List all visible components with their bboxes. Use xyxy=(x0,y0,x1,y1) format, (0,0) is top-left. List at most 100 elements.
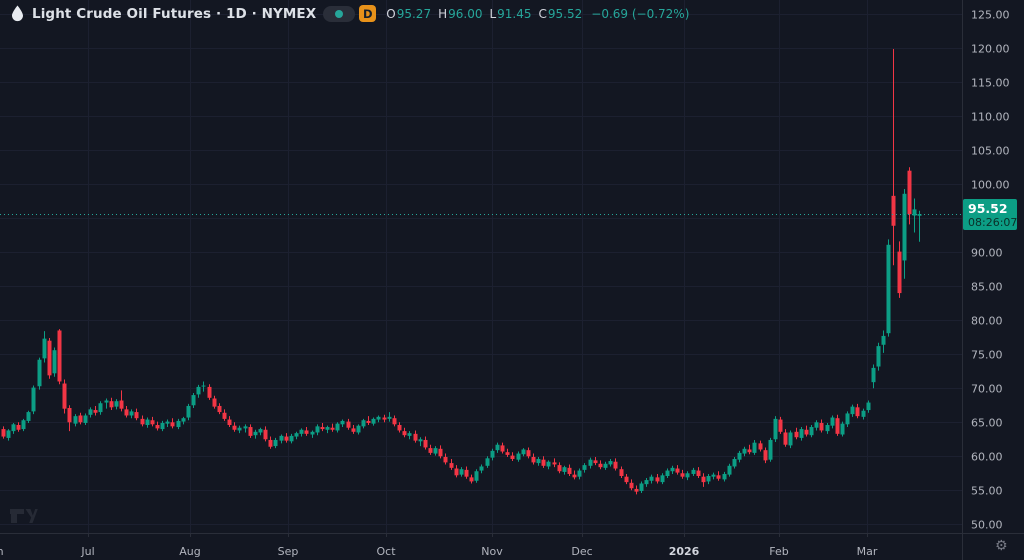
candle-body xyxy=(444,457,448,462)
price-tick-label: 115.00 xyxy=(971,77,1010,90)
candle-body xyxy=(177,421,181,427)
ohlc-readout: O95.27 H96.00 L91.45 C95.52 −0.69 (−0.72… xyxy=(386,7,689,21)
candle-body xyxy=(887,245,891,333)
time-tick-label: Mar xyxy=(857,545,878,558)
candle-body xyxy=(238,428,242,431)
ohlc-low: L91.45 xyxy=(489,7,531,21)
candle-body xyxy=(558,465,562,471)
candle-body xyxy=(419,439,423,441)
candle-body xyxy=(414,434,418,441)
candle-body xyxy=(723,474,727,479)
last-price-badge: 95.52 08:26:07 xyxy=(963,199,1017,230)
candle-body xyxy=(614,462,618,469)
candle-body xyxy=(826,425,830,431)
candle-body xyxy=(671,468,675,471)
candle-body xyxy=(913,209,917,215)
candle-body xyxy=(362,420,366,426)
candle-body xyxy=(743,449,747,454)
candle-body xyxy=(707,476,711,481)
time-tick-label: 2026 xyxy=(669,545,700,558)
candle-body xyxy=(789,432,793,445)
candle-body xyxy=(156,425,160,428)
candle-body xyxy=(681,473,685,476)
candle-body xyxy=(58,330,62,381)
price-tick-label: 100.00 xyxy=(971,179,1010,192)
candle-body xyxy=(810,427,814,435)
candle-body xyxy=(496,445,500,450)
candle-body xyxy=(846,413,850,424)
candle-body xyxy=(748,449,752,452)
candle-body xyxy=(661,475,665,482)
candle-body xyxy=(264,430,268,440)
candle-body xyxy=(331,428,335,430)
candle-body xyxy=(640,483,644,490)
price-tick-label: 85.00 xyxy=(971,281,1003,294)
candle-body xyxy=(898,252,902,293)
candle-body xyxy=(321,427,325,429)
oil-drop-icon xyxy=(10,5,25,22)
candle-body xyxy=(166,422,170,424)
candle-body xyxy=(367,421,371,423)
candle-body xyxy=(851,407,855,414)
candle-body xyxy=(352,428,356,431)
tradingview-logo[interactable] xyxy=(8,504,38,532)
candle-body xyxy=(609,461,613,464)
candle-body xyxy=(784,432,788,444)
time-tick-label: Oct xyxy=(376,545,396,558)
price-tick-label: 105.00 xyxy=(971,145,1010,158)
candle-body xyxy=(290,436,294,441)
candle-body xyxy=(146,420,150,425)
candle-body xyxy=(171,422,175,426)
axis-settings-gear-icon[interactable]: ⚙ xyxy=(995,538,1008,554)
candle-body xyxy=(630,483,634,488)
ohlc-close: C95.52 xyxy=(539,7,583,21)
candle-body xyxy=(27,412,31,421)
candle-body xyxy=(460,469,464,474)
candle-body xyxy=(403,431,407,435)
time-tick-label: Nov xyxy=(481,545,503,558)
candle-body xyxy=(408,433,412,436)
candle-body xyxy=(79,415,83,422)
candle-body xyxy=(280,436,284,441)
candle-body xyxy=(537,459,541,463)
candle-body xyxy=(856,407,860,416)
candle-body xyxy=(74,416,78,423)
time-tick-label: Dec xyxy=(571,545,592,558)
candle-body xyxy=(455,469,459,476)
ohlc-open: O95.27 xyxy=(386,7,431,21)
last-price-value: 95.52 xyxy=(968,201,1017,216)
candle-body xyxy=(22,420,26,429)
candle-body xyxy=(511,456,515,459)
candle-body xyxy=(429,448,433,453)
symbol-header: Light Crude Oil Futures · 1D · NYMEX D O… xyxy=(10,5,689,22)
candle-body xyxy=(208,387,212,398)
candle-body xyxy=(645,480,649,484)
candle-body xyxy=(17,425,21,430)
candle-body xyxy=(197,387,201,394)
interval-badge[interactable]: D xyxy=(359,5,376,22)
candle-body xyxy=(465,470,469,477)
price-tick-label: 70.00 xyxy=(971,383,1003,396)
candle-body xyxy=(831,418,835,426)
candle-body xyxy=(151,420,155,424)
candle-body xyxy=(274,440,278,446)
candle-body xyxy=(604,464,608,468)
candle-body xyxy=(527,450,531,456)
candle-body xyxy=(686,473,690,477)
candle-body xyxy=(573,475,577,478)
candle-body xyxy=(398,425,402,430)
candle-body xyxy=(563,467,567,472)
price-tick-label: 65.00 xyxy=(971,417,1003,430)
bar-countdown: 08:26:07 xyxy=(968,216,1017,229)
symbol-title[interactable]: Light Crude Oil Futures · 1D · NYMEX xyxy=(32,6,316,22)
price-chart[interactable]: 125.00120.00115.00110.00105.00100.0095.0… xyxy=(0,0,1024,560)
candle-body xyxy=(480,466,484,470)
candle-body xyxy=(7,430,11,437)
market-status-pill[interactable] xyxy=(323,6,355,22)
candle-body xyxy=(99,403,103,412)
candle-body xyxy=(84,415,88,422)
candle-body xyxy=(326,427,330,430)
candle-body xyxy=(697,471,701,476)
candle-body xyxy=(583,465,587,470)
candle-body xyxy=(692,470,696,474)
